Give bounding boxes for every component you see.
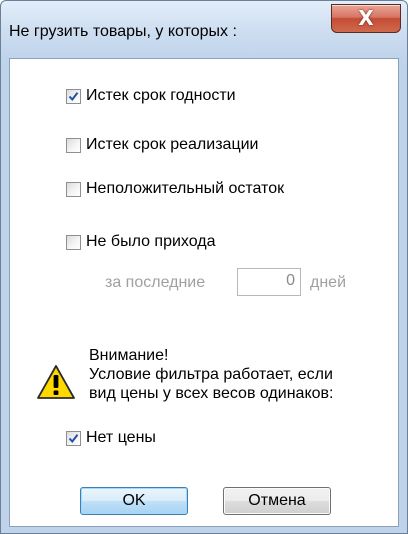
close-button[interactable]: X — [331, 4, 401, 33]
option-label: Истек срок годности — [86, 87, 236, 104]
dialog-window: Не грузить товары, у которых : X Истек с… — [0, 0, 408, 534]
checkbox-expired-shelf-life[interactable] — [66, 88, 81, 104]
title-bar: Не грузить товары, у которых : X — [1, 1, 407, 57]
checkmark-icon — [68, 91, 79, 101]
option-label: Не было прихода — [86, 233, 216, 250]
warning-text: Внимание! Условие фильтра работает, если… — [89, 346, 333, 403]
dialog-body: Истек срок годности Истек срок реализаци… — [9, 58, 399, 527]
option-expired-shelf-life[interactable]: Истек срок годности — [66, 87, 236, 105]
warning-line: Условие фильтра работает, если — [89, 366, 333, 383]
close-icon: X — [358, 6, 374, 30]
checkbox-no-price[interactable] — [66, 430, 81, 446]
checkbox-no-arrival[interactable] — [66, 234, 81, 250]
window-title: Не грузить товары, у которых : — [9, 23, 237, 40]
checkbox-expired-sale-period[interactable] — [66, 137, 81, 153]
period-prefix-label: за последние — [105, 274, 206, 291]
days-input[interactable]: 0 — [237, 268, 301, 296]
option-label: Нет цены — [86, 429, 156, 446]
warning-title: Внимание! — [89, 347, 169, 364]
cancel-button[interactable]: Отмена — [223, 487, 331, 515]
option-expired-sale-period[interactable]: Истек срок реализации — [66, 136, 258, 154]
warning-line: вид цены у всех весов одинаков: — [89, 385, 334, 402]
option-no-arrival[interactable]: Не было прихода — [66, 233, 216, 251]
warning-icon — [37, 365, 75, 399]
option-non-positive-stock[interactable]: Неположительный остаток — [66, 180, 284, 198]
period-suffix-label: дней — [310, 274, 347, 291]
ok-button[interactable]: OK — [80, 487, 188, 515]
option-label: Неположительный остаток — [86, 180, 285, 197]
checkbox-non-positive-stock[interactable] — [66, 181, 81, 197]
checkmark-icon — [68, 433, 79, 443]
option-no-price[interactable]: Нет цены — [66, 429, 156, 447]
option-label: Истек срок реализации — [86, 136, 259, 153]
